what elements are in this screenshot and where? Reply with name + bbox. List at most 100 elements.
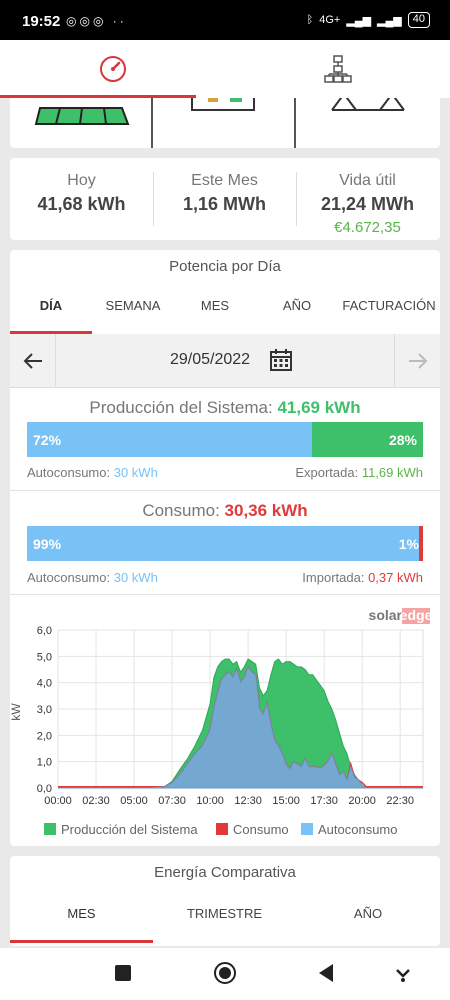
import-fill — [419, 526, 423, 561]
import-label: Importada: — [302, 570, 365, 585]
legend-swatch — [301, 823, 313, 835]
chevron-down-icon — [396, 969, 410, 982]
lifetime-label: Vida útil — [339, 172, 396, 189]
tab-day[interactable]: DÍA — [10, 290, 92, 334]
energy-summary-card: Hoy 41,68 kWh Este Mes 1,16 MWh Vida úti… — [10, 158, 440, 240]
gauge-icon — [99, 56, 126, 82]
brand-logo-suffix: edge — [400, 607, 433, 623]
import-info: Importada: 0,37 kWh — [302, 570, 423, 585]
y-tick-label: 0,0 — [37, 783, 52, 795]
power-chart: 0,0 1,0 2,0 3,0 4,0 5,0 6,0 00:00 02:30 05:00 07:3… — [10, 607, 433, 837]
consumption-self-pct: 99% — [33, 535, 62, 552]
circle-icon — [214, 962, 236, 984]
tab-month[interactable]: MES — [174, 290, 256, 334]
recent-apps-button[interactable] — [110, 960, 136, 986]
brand-logo: solar — [369, 607, 403, 623]
consumption-bar: 99% 1% — [27, 526, 423, 561]
today-value: 41,68 kWh — [37, 194, 126, 214]
x-tick-label: 20:00 — [348, 795, 376, 807]
energy-lifetime: Vida útil 21,24 MWh €4.672,35 — [296, 172, 439, 236]
x-tick-label: 17:30 — [310, 795, 338, 807]
signal-icon-2: ▂▄▆ — [377, 14, 402, 27]
previous-day-button[interactable] — [10, 334, 56, 388]
calendar-icon[interactable] — [269, 348, 293, 377]
x-tick-label: 15:00 — [272, 795, 300, 807]
energy-month: Este Mes 1,16 MWh — [153, 172, 296, 215]
installation-illustration — [10, 92, 440, 148]
square-icon — [115, 965, 131, 981]
legend-label: Autoconsumo — [318, 822, 398, 837]
arrow-left-icon — [23, 353, 42, 369]
tab-week[interactable]: SEMANA — [92, 290, 174, 334]
comp-tab-indicator — [10, 940, 153, 943]
battery-icon: 40 — [407, 12, 430, 28]
period-tabs: DÍA SEMANA MES AÑO FACTURACIÓN — [10, 290, 440, 334]
consumption-value: 30,36 kWh — [224, 501, 308, 520]
consumption-self-segment: 99% — [27, 526, 420, 561]
arrow-right-icon — [408, 353, 427, 369]
y-tick-label: 2,0 — [37, 730, 52, 742]
tab-billing[interactable]: FACTURACIÓN — [338, 290, 440, 334]
production-label: Producción del Sistema: — [89, 398, 273, 417]
system-icons: ᛒ 4G+ ▂▄▆ ▂▄▆ 40 — [307, 12, 430, 28]
comparative-card: Energía Comparativa MES TRIMESTRE AÑO — [10, 856, 440, 946]
legend-label: Producción del Sistema — [61, 822, 198, 837]
consumption-breakdown: Autoconsumo: 30 kWh Importada: 0,37 kWh — [27, 570, 423, 585]
x-tick-label: 02:30 — [82, 795, 110, 807]
energy-today: Hoy 41,68 kWh — [10, 172, 153, 215]
y-axis-label: kW — [10, 703, 23, 721]
divider — [10, 594, 440, 595]
production-title: Producción del Sistema: 41,69 kWh — [10, 398, 440, 418]
x-tick-label: 22:30 — [386, 795, 414, 807]
back-button[interactable] — [313, 960, 339, 986]
network-label: 4G+ — [319, 14, 341, 26]
export-value: 11,69 kWh — [361, 465, 423, 480]
next-day-button[interactable] — [394, 334, 440, 388]
consumption-import-segment: 1% — [399, 526, 423, 561]
clock: 19:52 — [22, 13, 61, 30]
power-title: Potencia por Día — [169, 258, 281, 275]
lifetime-value: 21,24 MWh — [320, 194, 415, 214]
home-button[interactable] — [212, 960, 238, 986]
consumption-title: Consumo: 30,36 kWh — [10, 501, 440, 521]
legend-label: Consumo — [233, 822, 289, 837]
import-value: 0,37 kWh — [368, 570, 423, 585]
y-tick-label: 4,0 — [37, 678, 52, 690]
comparative-title: Energía Comparativa — [154, 864, 296, 881]
y-tick-label: 5,0 — [37, 651, 52, 663]
self-value: 30 kWh — [113, 465, 158, 480]
x-tick-label: 00:00 — [44, 795, 72, 807]
comp-tab-quarter[interactable]: TRIMESTRE — [153, 906, 296, 921]
consumption-label: Consumo: — [142, 501, 220, 520]
divider — [10, 490, 440, 491]
comp-tab-month[interactable]: MES — [10, 906, 153, 921]
comp-tab-year[interactable]: AÑO — [296, 906, 440, 921]
x-tick-label: 10:00 — [196, 795, 224, 807]
today-label: Hoy — [67, 172, 96, 189]
legend-swatch — [44, 823, 56, 835]
production-self-segment: 72% — [27, 422, 313, 457]
lifetime-money: €4.672,35 — [334, 219, 401, 236]
production-self-pct: 72% — [33, 431, 62, 448]
y-tick-label: 1,0 — [37, 757, 52, 769]
export-label: Exportada: — [295, 465, 359, 480]
top-navigation — [0, 40, 450, 98]
production-export-pct: 28% — [388, 431, 417, 448]
export-info: Exportada: 11,69 kWh — [295, 465, 423, 480]
selected-date[interactable]: 29/05/2022 — [170, 351, 250, 369]
status-bar: 19:52 ◎◎◎ ·· ᛒ 4G+ ▂▄▆ ▂▄▆ 40 — [0, 0, 450, 40]
x-tick-label: 07:30 — [158, 795, 186, 807]
assistant-button[interactable] — [390, 960, 416, 986]
tab-year[interactable]: AÑO — [256, 290, 338, 334]
triangle-back-icon — [319, 964, 333, 982]
legend-swatch — [216, 823, 228, 835]
notification-icons: ◎◎◎ ·· — [66, 14, 127, 28]
power-card: Potencia por Día DÍA SEMANA MES AÑO FACT… — [10, 250, 440, 846]
self-label: Autoconsumo: — [27, 465, 111, 480]
tab-layout[interactable] — [225, 40, 450, 98]
tab-dashboard[interactable] — [0, 40, 225, 98]
month-value: 1,16 MWh — [182, 194, 266, 214]
month-label: Este Mes — [191, 172, 258, 189]
self-value: 30 kWh — [113, 570, 158, 585]
y-tick-label: 6,0 — [37, 625, 52, 637]
